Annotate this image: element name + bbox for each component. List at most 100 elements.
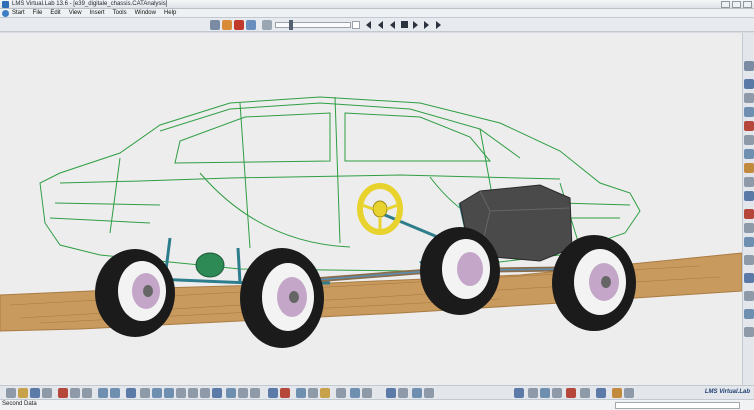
menu-help[interactable]: Help (164, 9, 176, 18)
wheel-rear-left (95, 249, 175, 337)
open-icon[interactable] (18, 388, 28, 398)
menu-tools[interactable]: Tools (113, 9, 127, 18)
render-icon[interactable] (246, 20, 256, 30)
animation-icon[interactable] (744, 237, 754, 247)
3d-viewport[interactable] (0, 33, 742, 385)
menu-insert[interactable]: Insert (90, 9, 105, 18)
motion-icon[interactable] (744, 163, 754, 173)
menu-window[interactable]: Window (135, 9, 156, 18)
status-text: Second Data (2, 401, 37, 407)
command-input[interactable] (615, 402, 740, 409)
hide-show-icon[interactable] (238, 388, 248, 398)
select-icon[interactable] (126, 388, 136, 398)
front-view-icon[interactable] (362, 388, 372, 398)
compute-icon[interactable] (596, 388, 606, 398)
frame-field[interactable] (352, 21, 360, 29)
fit-all-icon[interactable] (140, 388, 150, 398)
right-toolbar (742, 33, 754, 385)
graph-icon[interactable] (540, 388, 550, 398)
material-icon[interactable] (336, 388, 346, 398)
result-icon[interactable] (744, 191, 754, 201)
pan-icon[interactable] (152, 388, 162, 398)
macro-icon[interactable] (580, 388, 590, 398)
stop-icon[interactable] (401, 21, 408, 28)
skip-start-icon[interactable] (366, 21, 371, 29)
camera-icon[interactable] (308, 388, 318, 398)
annotate-icon[interactable] (514, 388, 524, 398)
top-toolbar (0, 18, 754, 32)
paste-icon[interactable] (82, 388, 92, 398)
analysis-icon[interactable] (210, 20, 220, 30)
spring-icon[interactable] (744, 135, 754, 145)
body-icon[interactable] (744, 107, 754, 117)
solver-icon[interactable] (744, 177, 754, 187)
wheel-front-right (552, 235, 636, 331)
save-icon[interactable] (30, 388, 40, 398)
light-icon[interactable] (320, 388, 330, 398)
window-controls (721, 1, 752, 8)
postprocess-icon[interactable] (624, 388, 634, 398)
slider-icon[interactable] (262, 20, 272, 30)
menu-view[interactable]: View (69, 9, 82, 18)
tire-icon[interactable] (744, 255, 754, 265)
wheel-front-left (420, 227, 500, 315)
brand-label: LMS Virtual.Lab (704, 389, 750, 395)
menu-file[interactable]: File (33, 9, 43, 18)
sensor-icon[interactable] (234, 20, 244, 30)
quick-view-icon[interactable] (212, 388, 222, 398)
export-icon[interactable] (744, 309, 754, 319)
measure-icon[interactable] (268, 388, 278, 398)
report-icon[interactable] (744, 327, 754, 337)
minimize-icon[interactable] (721, 1, 730, 8)
warning-icon[interactable] (612, 388, 622, 398)
bottom-toolbar: LMS Virtual.Lab (0, 385, 754, 399)
redo-icon[interactable] (110, 388, 120, 398)
step-back-icon[interactable] (378, 21, 383, 29)
road-icon[interactable] (744, 273, 754, 283)
new-icon[interactable] (6, 388, 16, 398)
copy-icon[interactable] (70, 388, 80, 398)
sensor-icon[interactable] (744, 209, 754, 219)
formula-icon[interactable] (552, 388, 562, 398)
menu-edit[interactable]: Edit (50, 9, 60, 18)
undo-icon[interactable] (98, 388, 108, 398)
force-icon[interactable] (744, 121, 754, 131)
steering-wheel (357, 183, 403, 235)
section-icon[interactable] (280, 388, 290, 398)
table-icon[interactable] (528, 388, 538, 398)
video-icon[interactable] (412, 388, 422, 398)
catalog-icon[interactable] (424, 388, 434, 398)
material-icon[interactable] (222, 20, 232, 30)
bushing-icon[interactable] (744, 149, 754, 159)
model-icon[interactable] (744, 79, 754, 89)
workbench-icon[interactable] (744, 61, 754, 71)
joint-icon[interactable] (744, 93, 754, 103)
swap-space-icon[interactable] (250, 388, 260, 398)
play-icon[interactable] (413, 21, 418, 29)
plot-icon[interactable] (744, 223, 754, 233)
skip-end-icon[interactable] (436, 21, 441, 29)
maximize-icon[interactable] (732, 1, 741, 8)
play-back-icon[interactable] (390, 21, 395, 29)
menu-start[interactable]: Start (12, 9, 25, 18)
settings-icon[interactable] (744, 291, 754, 301)
error-icon[interactable] (566, 388, 576, 398)
normal-view-icon[interactable] (200, 388, 210, 398)
status-bar: Second Data (0, 399, 754, 410)
slider-thumb[interactable] (289, 20, 293, 30)
clash-icon[interactable] (296, 388, 306, 398)
app-icon (2, 1, 9, 8)
rotate-icon[interactable] (164, 388, 174, 398)
zoom-in-icon[interactable] (176, 388, 186, 398)
window-title: LMS Virtual.Lab 13.6 - [e39_digitale_cha… (12, 1, 168, 7)
render-icon[interactable] (386, 388, 396, 398)
cut-icon[interactable] (58, 388, 68, 398)
capture-icon[interactable] (398, 388, 408, 398)
close-icon[interactable] (743, 1, 752, 8)
zoom-out-icon[interactable] (188, 388, 198, 398)
shading-icon[interactable] (226, 388, 236, 398)
isometric-view-icon[interactable] (350, 388, 360, 398)
print-icon[interactable] (42, 388, 52, 398)
step-forward-icon[interactable] (424, 21, 429, 29)
animation-slider[interactable] (275, 20, 351, 30)
